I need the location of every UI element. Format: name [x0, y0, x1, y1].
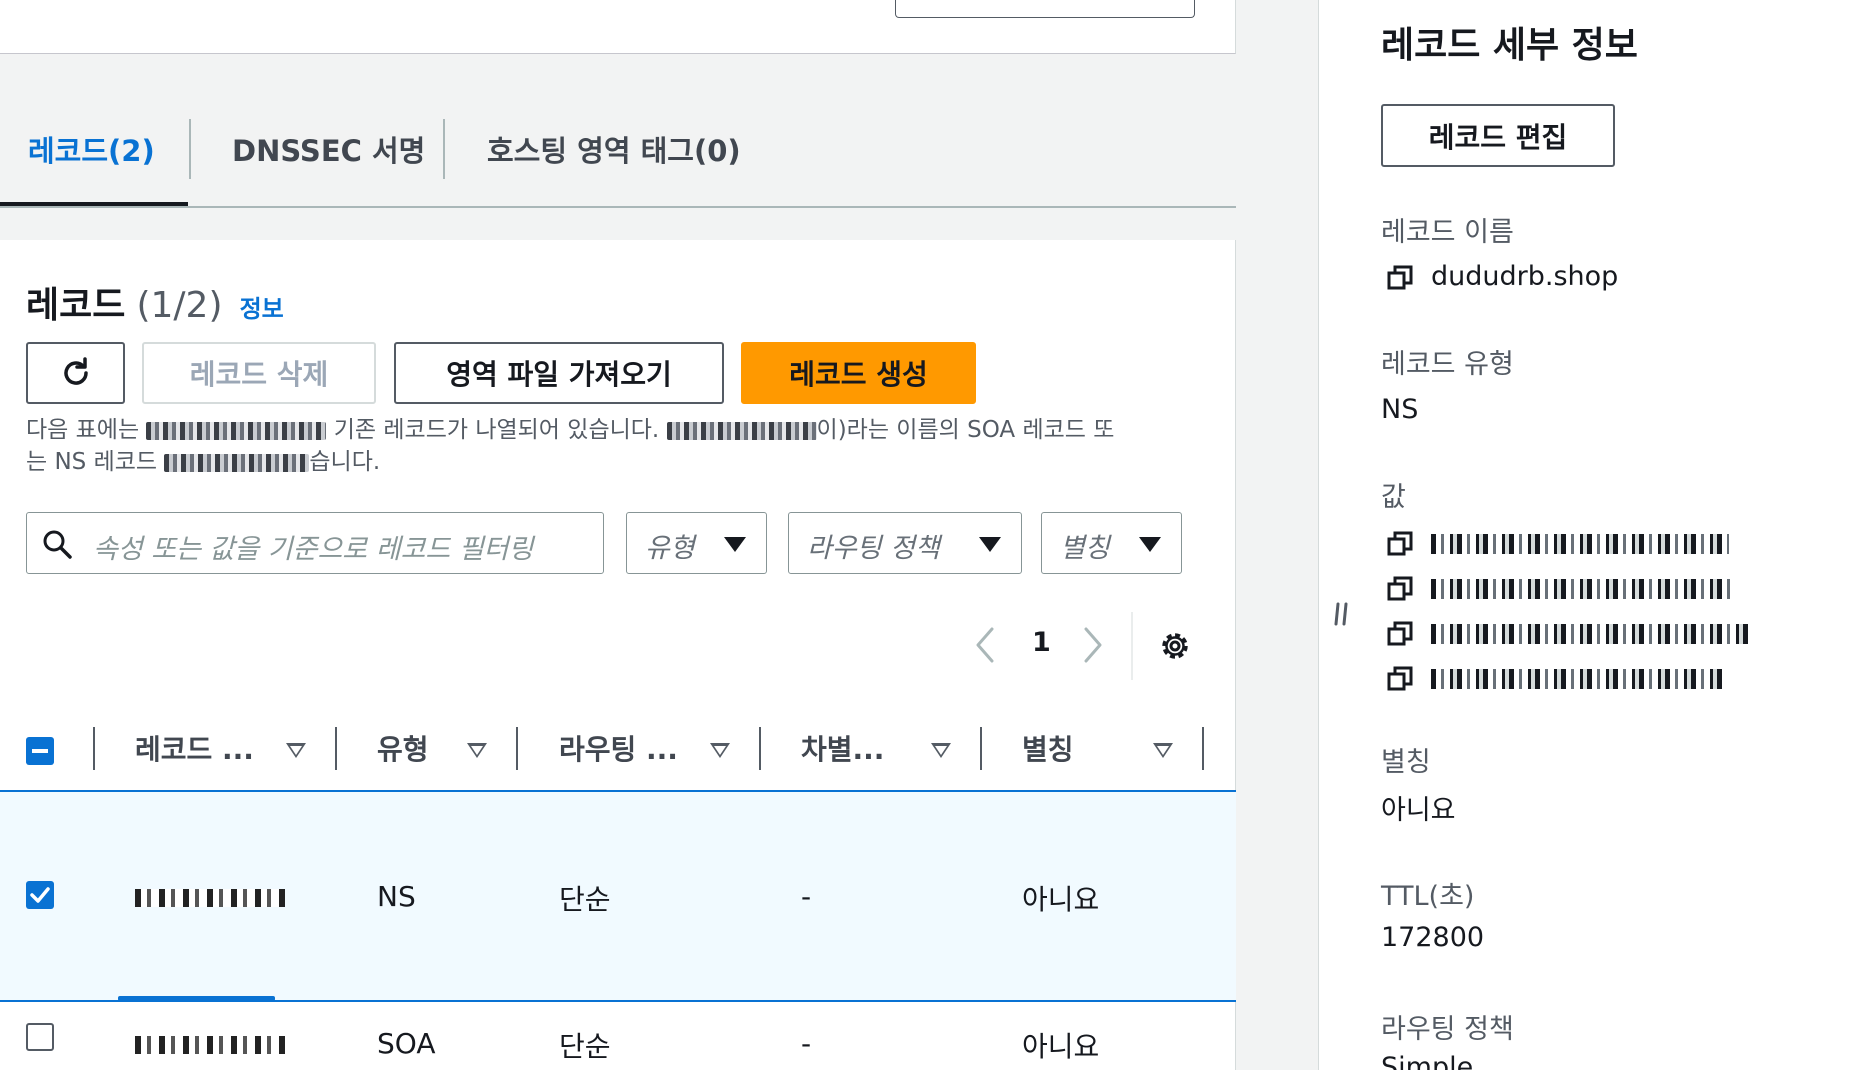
ttl-label: TTL(초) — [1381, 881, 1475, 912]
records-header: 레코드 (1/2) 정보 — [26, 276, 284, 328]
row-checkbox-checked[interactable] — [26, 881, 54, 909]
tab-dnssec[interactable]: DNSSEC 서명 — [232, 128, 425, 172]
row-checkbox[interactable] — [26, 1023, 54, 1051]
routing-policy-label: 라우팅 정책 — [1381, 1014, 1514, 1045]
caret-down-icon — [1139, 537, 1161, 552]
ttl-value: 172800 — [1381, 922, 1485, 953]
copy-icon[interactable] — [1386, 530, 1414, 558]
routing-policy-value: Simple — [1381, 1052, 1474, 1070]
tab-hosted-zone-tags[interactable]: 호스팅 영역 태그(0) — [487, 128, 741, 172]
column-divider — [759, 727, 761, 770]
tab-divider — [443, 119, 445, 179]
copy-icon[interactable] — [1386, 264, 1414, 292]
record-name-cell[interactable] — [135, 1027, 285, 1060]
alias-label: 별칭 — [1381, 747, 1431, 778]
value-label: 값 — [1381, 482, 1406, 513]
routing-cell: 단순 — [559, 883, 611, 916]
page-number[interactable]: 1 — [1032, 627, 1051, 658]
records-description: 다음 표에는 기존 레코드가 나열되어 있습니다. 이)라는 이름의 SOA 레… — [26, 417, 1115, 475]
differentiator-cell: - — [801, 1027, 812, 1060]
differentiator-cell: - — [801, 880, 812, 913]
alias-filter-dropdown[interactable]: 별칭 — [1041, 512, 1182, 574]
top-card — [0, 0, 1236, 54]
column-divider — [980, 727, 982, 770]
column-divider — [335, 727, 337, 770]
records-count: (1/2) — [136, 285, 223, 326]
records-title: 레코드 — [26, 285, 126, 326]
copy-icon[interactable] — [1386, 620, 1414, 648]
redacted-value — [1431, 669, 1725, 689]
alias-cell: 아니요 — [1022, 883, 1100, 916]
tab-records[interactable]: 레코드(2) — [28, 128, 155, 172]
column-divider — [1202, 727, 1204, 770]
column-header-differentiator[interactable]: 차별... — [801, 728, 884, 768]
tabs-border — [0, 206, 1236, 208]
routing-policy-filter-dropdown[interactable]: 라우팅 정책 — [788, 512, 1022, 574]
redacted-text — [135, 1036, 285, 1054]
column-divider — [516, 727, 518, 770]
type-cell: NS — [377, 880, 416, 913]
filter-placeholder: 속성 또는 값을 기준으로 레코드 필터링 — [93, 534, 534, 565]
delete-record-button[interactable]: 레코드 삭제 — [142, 342, 376, 404]
type-filter-dropdown[interactable]: 유형 — [626, 512, 767, 574]
copy-icon[interactable] — [1386, 665, 1414, 693]
top-card-input[interactable] — [895, 0, 1195, 18]
column-header-type[interactable]: 유형 — [377, 728, 429, 768]
chevron-left-icon[interactable] — [972, 625, 998, 665]
record-type-label: 레코드 유형 — [1381, 349, 1514, 380]
sort-caret-icon[interactable] — [710, 743, 730, 758]
check-icon — [30, 887, 50, 903]
record-filter-input[interactable]: 속성 또는 값을 기준으로 레코드 필터링 — [26, 512, 604, 574]
alias-value: 아니요 — [1381, 795, 1456, 826]
routing-cell: 단순 — [559, 1030, 611, 1063]
sort-caret-icon[interactable] — [286, 743, 306, 758]
redacted-text — [146, 421, 327, 440]
redacted-value — [1431, 534, 1729, 554]
caret-down-icon — [979, 537, 1001, 552]
redacted-text — [135, 889, 285, 907]
sort-caret-icon[interactable] — [931, 743, 951, 758]
record-name-value: dududrb.shop — [1431, 261, 1619, 292]
copy-icon[interactable] — [1386, 575, 1414, 603]
column-divider — [93, 727, 95, 770]
caret-down-icon — [724, 537, 746, 552]
sort-caret-icon[interactable] — [1153, 743, 1173, 758]
column-header-routing-policy[interactable]: 라우팅 ... — [559, 728, 678, 768]
pager-divider — [1131, 612, 1133, 680]
redacted-text — [666, 421, 817, 440]
focus-indicator — [118, 996, 275, 1001]
refresh-icon — [63, 357, 88, 385]
panel-title: 레코드 세부 정보 — [1381, 25, 1638, 66]
record-name-cell[interactable] — [135, 880, 285, 913]
resize-handle-icon[interactable] — [1331, 600, 1353, 628]
redacted-value — [1431, 579, 1731, 599]
column-header-record-name[interactable]: 레코드 ... — [135, 728, 254, 768]
search-icon — [43, 530, 72, 559]
chevron-right-icon[interactable] — [1080, 625, 1106, 665]
type-cell: SOA — [377, 1027, 436, 1060]
sort-caret-icon[interactable] — [467, 743, 487, 758]
refresh-button[interactable] — [26, 342, 125, 404]
gear-icon[interactable] — [1157, 628, 1193, 664]
alias-cell: 아니요 — [1022, 1030, 1100, 1063]
info-link[interactable]: 정보 — [240, 295, 284, 323]
edit-record-button[interactable]: 레코드 편집 — [1381, 104, 1615, 167]
tab-divider — [189, 119, 191, 179]
record-name-label: 레코드 이름 — [1381, 217, 1514, 248]
redacted-text — [164, 453, 310, 472]
redacted-value — [1431, 624, 1751, 644]
create-record-button[interactable]: 레코드 생성 — [741, 342, 976, 404]
record-type-value: NS — [1381, 394, 1419, 425]
select-all-checkbox[interactable] — [26, 737, 54, 765]
import-zone-file-button[interactable]: 영역 파일 가져오기 — [394, 342, 724, 404]
column-header-alias[interactable]: 별칭 — [1022, 728, 1074, 768]
